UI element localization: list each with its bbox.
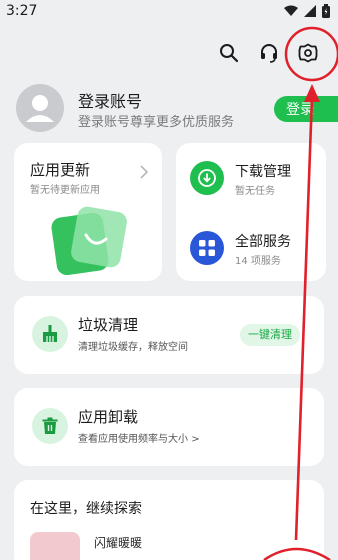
search-icon: [220, 44, 239, 63]
download-manager-title: 下载管理: [235, 164, 291, 180]
app-update-title: 应用更新: [30, 161, 91, 179]
update-illustration-icon: [51, 206, 127, 276]
battery-icon: [322, 4, 330, 18]
settings-icon: [298, 43, 318, 63]
explore-card: 在这里，继续探索 闪耀暖暖: [14, 480, 324, 560]
wifi-icon: [284, 5, 298, 16]
headset-icon: [261, 44, 277, 63]
junk-cleanup-card[interactable]: 垃圾清理 清理垃圾缓存，释放空间 一键清理: [14, 296, 324, 374]
app-thumbnail[interactable]: [30, 532, 80, 560]
app-uninstall-card[interactable]: 应用卸载 查看应用使用频率与大小 >: [14, 388, 324, 466]
download-icon: [190, 161, 224, 195]
status-icons: [284, 4, 330, 18]
one-click-clean-button[interactable]: 一键清理: [240, 324, 300, 346]
app-uninstall-subtitle: 查看应用使用频率与大小 >: [78, 434, 200, 445]
chevron-right-icon: >: [191, 434, 200, 445]
junk-cleanup-subtitle: 清理垃圾缓存，释放空间: [78, 342, 188, 353]
account-subtitle: 登录账号尊享更多优质服务: [78, 115, 235, 130]
settings-button[interactable]: [295, 40, 321, 66]
all-services-item[interactable]: 全部服务 14 项服务: [190, 229, 320, 269]
grid-icon: [190, 231, 224, 265]
broom-icon: [32, 316, 68, 352]
app-update-subtitle: 暂无待更新应用: [30, 185, 100, 196]
app-name[interactable]: 闪耀暖暖: [94, 534, 142, 551]
download-manager-subtitle: 暂无任务: [235, 186, 275, 197]
all-services-subtitle: 14 项服务: [235, 256, 281, 267]
chevron-right-icon: [140, 165, 148, 179]
login-button[interactable]: 登录: [274, 96, 338, 122]
status-time: 3:27: [6, 3, 38, 19]
services-card: 下载管理 暂无任务 全部服务 14 项服务: [176, 143, 326, 281]
app-update-card[interactable]: 应用更新 暂无待更新应用: [14, 143, 162, 281]
download-manager-item[interactable]: 下载管理 暂无任务: [190, 159, 320, 199]
signal-icon: [304, 5, 316, 17]
explore-title: 在这里，继续探索: [30, 501, 142, 517]
avatar[interactable]: [16, 84, 64, 132]
app-uninstall-title: 应用卸载: [78, 408, 139, 426]
default-avatar-icon: [26, 95, 54, 122]
account-section[interactable]: 登录账号 登录账号尊享更多优质服务 登录: [16, 84, 338, 134]
status-bar: 3:27: [0, 0, 338, 26]
junk-cleanup-title: 垃圾清理: [78, 316, 139, 334]
account-title: 登录账号: [78, 92, 143, 111]
all-services-title: 全部服务: [235, 234, 291, 250]
search-button[interactable]: [216, 40, 242, 66]
trash-icon: [32, 408, 68, 444]
customer-service-button[interactable]: [256, 40, 282, 66]
